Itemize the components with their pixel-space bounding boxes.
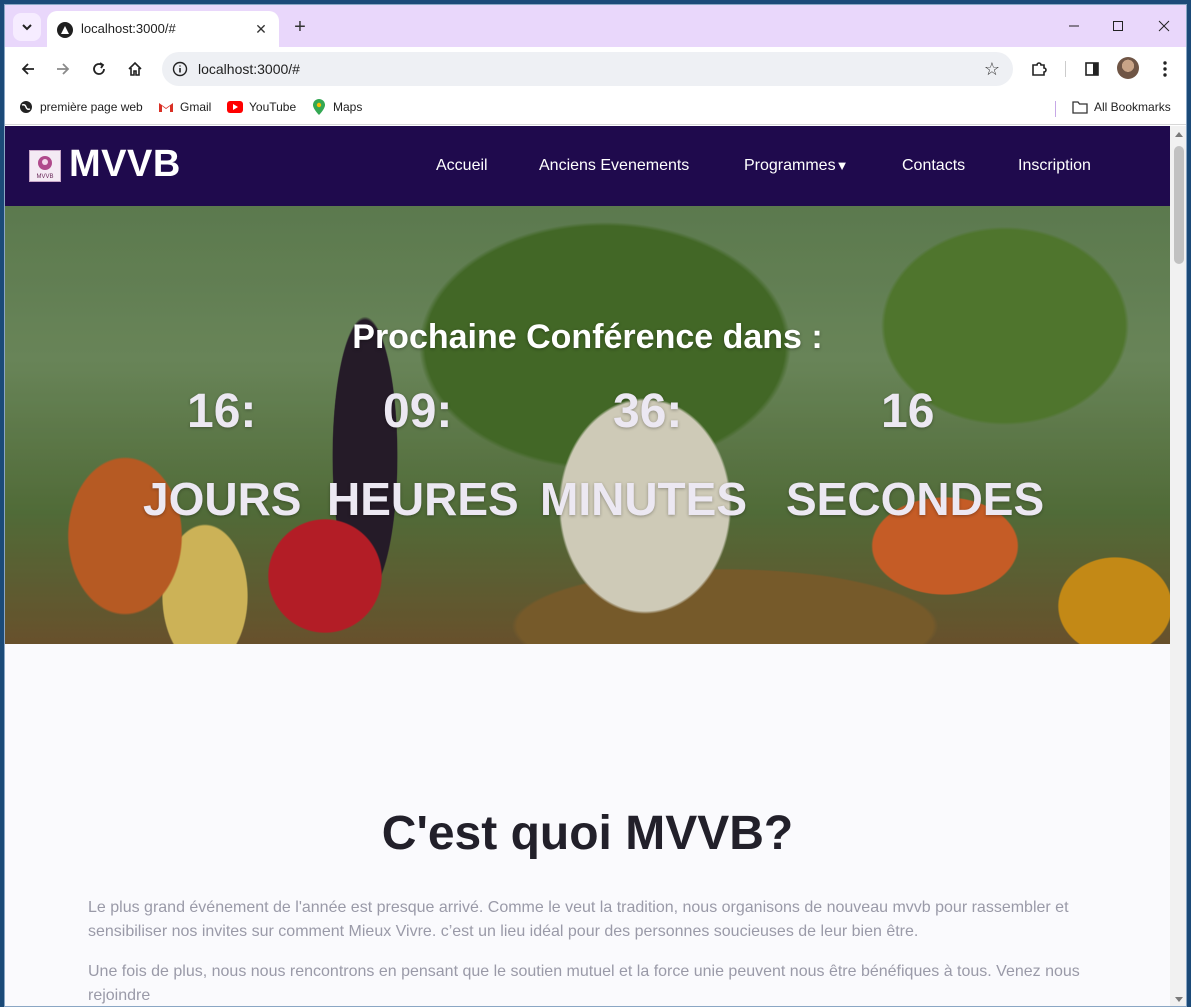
browser-toolbar: localhost:3000/# ☆ <box>5 47 1186 91</box>
tab-strip: localhost:3000/# ✕ + <box>5 5 1186 47</box>
countdown-days-value: 16: <box>187 385 257 438</box>
forward-button[interactable] <box>49 55 77 83</box>
countdown-seconds-value: 16 <box>881 385 935 438</box>
reload-icon <box>93 62 105 75</box>
more-vertical-icon <box>1163 61 1167 77</box>
scroll-down-arrow-icon[interactable] <box>1175 997 1183 1002</box>
bookmark-maps[interactable]: Maps <box>311 99 362 115</box>
window-close-button[interactable] <box>1149 13 1179 39</box>
home-icon <box>128 61 142 76</box>
maps-icon <box>311 99 327 115</box>
all-bookmarks-label: All Bookmarks <box>1094 100 1171 114</box>
all-bookmarks-button[interactable]: All Bookmarks <box>1072 99 1171 115</box>
site-logo-text[interactable]: MVVB <box>69 143 181 186</box>
new-tab-button[interactable]: + <box>287 14 313 40</box>
minimize-icon <box>1069 25 1079 27</box>
gmail-icon <box>158 99 174 115</box>
favicon-icon <box>57 22 73 38</box>
back-button[interactable] <box>14 55 42 83</box>
bookmark-label: YouTube <box>249 100 297 114</box>
countdown-days-label: JOURS <box>143 473 302 525</box>
extensions-button[interactable] <box>1025 55 1053 83</box>
hero-title: Prochaine Conférence dans : <box>352 318 823 356</box>
page-scrollbar[interactable] <box>1170 126 1186 1006</box>
maximize-icon <box>1113 21 1123 31</box>
youtube-icon <box>227 99 243 115</box>
tab-title: localhost:3000/# <box>81 21 176 36</box>
active-tab[interactable]: localhost:3000/# ✕ <box>47 11 279 47</box>
profile-avatar[interactable] <box>1117 57 1139 79</box>
countdown-minutes-value: 36: <box>613 385 683 438</box>
browser-window: localhost:3000/# ✕ + localhost:3000/# ☆ … <box>4 4 1187 1007</box>
nav-contacts[interactable]: Contacts <box>902 157 965 175</box>
reload-button[interactable] <box>85 55 113 83</box>
countdown-hours-label: HEURES <box>327 473 519 525</box>
toolbar-divider <box>1065 61 1066 77</box>
about-paragraph-1: Le plus grand événement de l'année est p… <box>88 899 1069 940</box>
hero-banner: Prochaine Conférence dans : 16: 09: 36: … <box>5 206 1170 644</box>
close-icon <box>1158 20 1170 32</box>
scroll-thumb[interactable] <box>1174 146 1184 264</box>
bookmark-label: Gmail <box>180 100 212 114</box>
countdown-seconds-label: SECONDES <box>786 473 1045 525</box>
puzzle-icon <box>1032 62 1047 76</box>
maximize-button[interactable] <box>1103 13 1133 39</box>
menu-button[interactable] <box>1151 55 1179 83</box>
countdown-minutes-label: MINUTES <box>540 473 747 525</box>
bookmark-youtube[interactable]: YouTube <box>227 99 296 115</box>
tab-search-button[interactable] <box>13 13 41 41</box>
site-navbar: MVVB MVVB Accueil Anciens Evenements Pro… <box>5 126 1170 206</box>
site-info-icon[interactable] <box>170 59 190 79</box>
bookmark-divider <box>1055 101 1056 117</box>
nav-accueil[interactable]: Accueil <box>436 157 488 175</box>
folder-icon <box>1072 99 1088 115</box>
bookmark-label: première page web <box>40 100 143 114</box>
bookmark-star-icon[interactable]: ☆ <box>981 58 1003 80</box>
minimize-button[interactable] <box>1059 13 1089 39</box>
about-title: C'est quoi MVVB? <box>381 807 794 860</box>
logo-small-text: MVVB <box>36 174 53 180</box>
nav-inscription[interactable]: Inscription <box>1018 157 1091 175</box>
nav-programmes[interactable]: Programmes▼ <box>744 157 848 175</box>
address-bar[interactable]: localhost:3000/# ☆ <box>162 52 1013 86</box>
side-panel-icon <box>1085 62 1099 76</box>
close-tab-icon[interactable]: ✕ <box>251 19 271 39</box>
logo-image[interactable]: MVVB <box>29 150 61 182</box>
arrow-left-icon <box>21 63 34 75</box>
countdown-hours-value: 09: <box>383 385 453 438</box>
page-viewport: MVVB MVVB Accueil Anciens Evenements Pro… <box>5 126 1170 1006</box>
bookmark-label: Maps <box>333 100 363 114</box>
side-panel-button[interactable] <box>1078 55 1106 83</box>
about-paragraph-2: Une fois de plus, nous nous rencontrons … <box>88 963 1080 1004</box>
bookmark-premiere-page[interactable]: première page web <box>18 99 143 115</box>
hero-overlay <box>5 206 1170 644</box>
scroll-up-arrow-icon[interactable] <box>1175 132 1183 137</box>
arrow-right-icon <box>57 63 70 75</box>
globe-icon <box>18 99 34 115</box>
url-text: localhost:3000/# <box>198 61 300 77</box>
caret-down-icon: ▼ <box>835 158 849 173</box>
nav-programmes-label: Programmes <box>744 157 836 174</box>
chevron-down-icon <box>22 24 32 31</box>
nav-anciens-evenements[interactable]: Anciens Evenements <box>539 157 689 175</box>
home-button[interactable] <box>121 55 149 83</box>
bookmarks-bar: première page web Gmail YouTube Maps All… <box>5 91 1186 125</box>
bookmark-gmail[interactable]: Gmail <box>158 99 211 115</box>
